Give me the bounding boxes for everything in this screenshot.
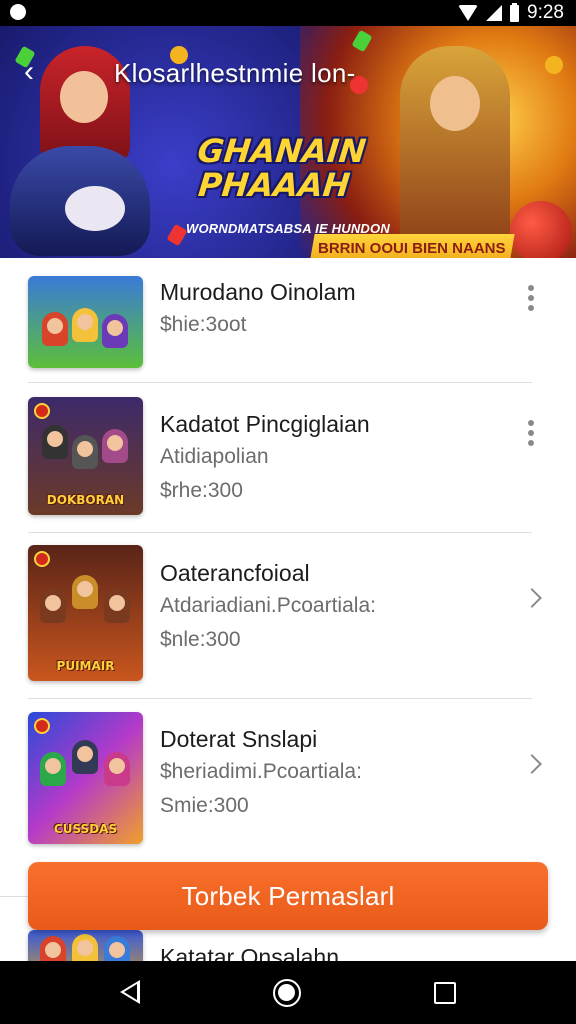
list-item[interactable]: CUSSDAS Doterat Snslapi $heriadimi.Pcoar… xyxy=(0,698,576,897)
game-title: Katatar Onsalahn xyxy=(160,944,340,961)
list-item[interactable]: DOKBORAN Kadatot Pincgiglaian Atidiapoli… xyxy=(0,384,576,533)
thumb-caption: PUIMAIR xyxy=(56,659,115,673)
thumb-caption: CUSSDAS xyxy=(53,822,118,836)
divider xyxy=(28,382,532,383)
signal-icon xyxy=(486,5,503,21)
game-title: Doterat Snslapi xyxy=(160,726,318,752)
chevron-right-icon[interactable] xyxy=(522,586,542,612)
battery-icon xyxy=(510,2,520,22)
red-ball xyxy=(510,201,572,258)
coin-icon xyxy=(545,56,563,74)
game-thumbnail: CUSSDAS xyxy=(28,712,143,844)
game-price: Smie:300 xyxy=(160,794,249,817)
cta-button[interactable]: Torbek Permaslarl xyxy=(28,862,548,930)
game-subtitle: Atidiapolian xyxy=(160,445,269,468)
hero-banner[interactable]: ‹ Klosarlhestnmie lon- GHANAIN PHAAAH WO… xyxy=(0,26,576,258)
game-price: $nle:300 xyxy=(160,628,241,651)
more-vert-icon[interactable] xyxy=(520,282,542,316)
status-bar: 9:28 xyxy=(0,0,576,26)
wifi-icon xyxy=(458,5,479,21)
status-icons: 9:28 xyxy=(458,2,564,24)
system-nav-bar xyxy=(0,961,576,1024)
game-price: $rhe:300 xyxy=(160,479,243,502)
nav-recents-icon[interactable] xyxy=(434,982,456,1004)
thumb-caption: DOKBORAN xyxy=(46,493,125,507)
back-arrow-icon[interactable]: ‹ xyxy=(24,57,46,87)
list-item[interactable]: PUIMAIR Oaterancfoioal Atdariadiani.Pcoa… xyxy=(0,532,576,699)
gem-icon xyxy=(166,223,188,247)
game-thumbnail xyxy=(28,930,143,961)
game-thumbnail: PUIMAIR xyxy=(28,545,143,681)
banner-ribbon: BRRIN OOUI BIEN NAANS xyxy=(309,234,515,258)
banner-title: Klosarlhestnmie lon- xyxy=(114,58,356,88)
ribbon-text: BRRIN OOUI BIEN NAANS xyxy=(318,240,506,257)
nav-back-icon[interactable] xyxy=(120,980,140,1004)
game-thumbnail: DOKBORAN xyxy=(28,397,143,515)
game-title: Murodano Oinolam xyxy=(160,279,356,305)
game-title: Oaterancfoioal xyxy=(160,560,310,586)
game-subtitle: Atdariadiani.Pcoartiala: xyxy=(160,594,376,617)
logo-line-2: PHAAAH xyxy=(196,166,352,204)
game-logo: GHANAIN PHAAAH xyxy=(192,132,368,204)
game-thumbnail xyxy=(28,276,143,368)
game-subtitle: $heriadimi.Pcoartiala: xyxy=(160,760,362,783)
nav-home-icon[interactable] xyxy=(273,979,301,1007)
wolf-character xyxy=(10,146,150,256)
game-price: $hie:3oot xyxy=(160,313,247,336)
status-time: 9:28 xyxy=(527,2,564,23)
hero-character-right xyxy=(400,46,510,258)
logo-line-1: GHANAIN xyxy=(195,132,368,170)
notification-icon xyxy=(10,4,26,20)
game-title: Kadatot Pincgiglaian xyxy=(160,411,370,437)
list-item[interactable]: Murodano Oinolam $hie:3oot xyxy=(0,258,576,384)
more-vert-icon[interactable] xyxy=(520,417,542,451)
chevron-right-icon[interactable] xyxy=(522,752,542,778)
